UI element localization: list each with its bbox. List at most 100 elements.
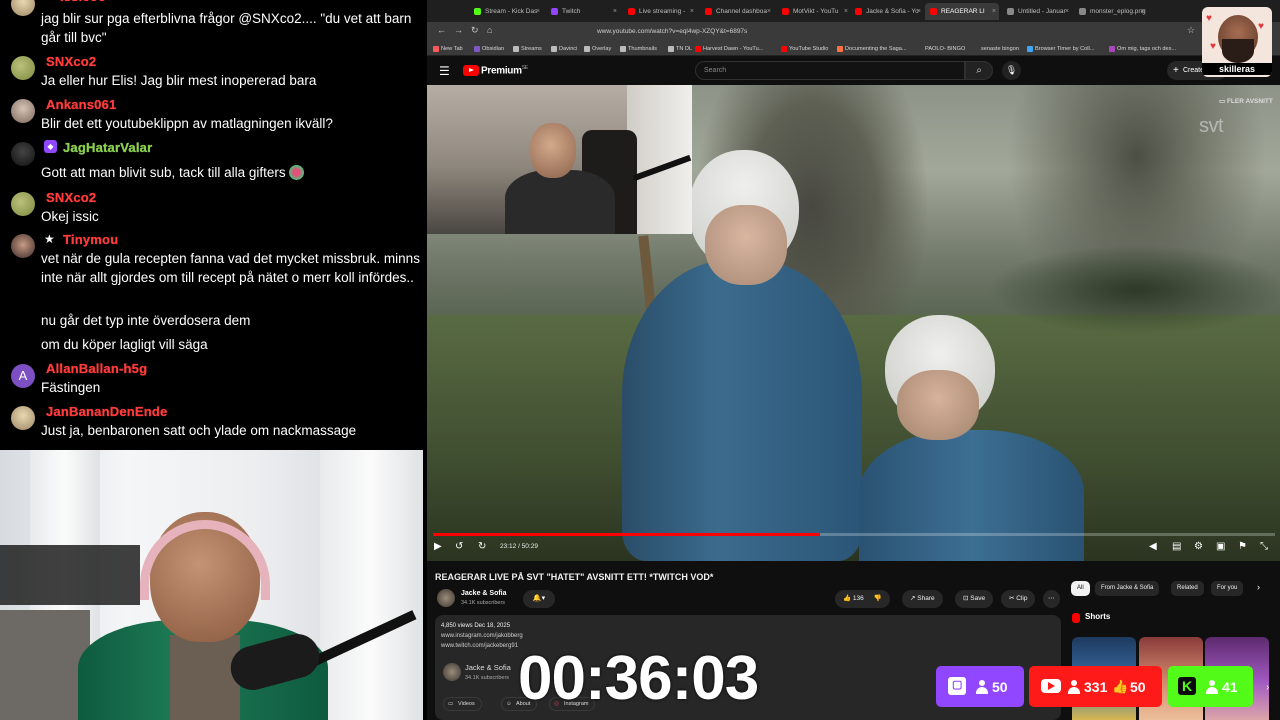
tab[interactable]: Channel dashboa × <box>700 3 774 20</box>
chat-username[interactable]: SNXco2 <box>46 190 96 205</box>
chip-all[interactable]: All <box>1071 581 1090 596</box>
bookmark[interactable]: Streams <box>513 44 542 54</box>
bookmark[interactable]: PAOLO- BINGO <box>917 44 965 54</box>
url-field[interactable]: www.youtube.com/watch?v=eql4wp-XZQY&t=68… <box>597 25 1187 39</box>
bookmark[interactable]: Om mig, tags och des... <box>1109 44 1176 54</box>
close-icon[interactable]: × <box>613 3 617 20</box>
cast-icon[interactable]: ▣ <box>1216 541 1225 552</box>
subtitles-icon[interactable]: ▤ <box>1172 541 1181 552</box>
tab[interactable]: Stream - Kick Das × <box>469 3 543 20</box>
chip-from-channel[interactable]: From Jacke & Sofia <box>1095 581 1160 596</box>
tab-label: monster_eplog.png <box>1090 8 1146 15</box>
bookmark-label: New Tab <box>441 46 463 52</box>
close-icon[interactable]: × <box>917 3 921 20</box>
progress-bar[interactable] <box>433 533 1275 536</box>
bookmark-label: TN DL <box>676 46 693 52</box>
bookmark[interactable]: Thumbnails <box>620 44 657 54</box>
bookmark[interactable]: Browser Timer by Coll... <box>1027 44 1094 54</box>
forward-icon[interactable]: → <box>454 25 463 35</box>
close-icon[interactable]: × <box>1141 3 1145 20</box>
channel-name[interactable]: Jacke & Sofia <box>465 663 511 672</box>
tab[interactable]: Twitch × <box>546 3 620 20</box>
play-icon[interactable]: ▶ <box>434 541 442 552</box>
video-player[interactable]: svt ▭ FLER AVSNITT <box>427 85 1280 561</box>
voice-search-icon[interactable]: 🎙 <box>1002 61 1021 80</box>
description-link[interactable]: www.twitch.com/jackeberg91 <box>441 643 518 649</box>
flag-icon[interactable]: ⚑ <box>1238 541 1247 552</box>
rewind-icon[interactable]: ↺ <box>455 541 463 552</box>
close-icon[interactable]: × <box>690 3 694 20</box>
tab[interactable]: MotVikt - YouTu × <box>777 3 851 20</box>
description-tab-videos[interactable]: ▭ Videos <box>443 697 482 711</box>
close-icon[interactable]: × <box>1065 3 1069 20</box>
channel-avatar[interactable] <box>437 589 455 607</box>
bookmark[interactable]: TN DL <box>668 44 692 54</box>
stream-timer: 00:36:03 <box>518 644 759 713</box>
forward-icon[interactable]: ↻ <box>478 541 486 552</box>
kick-viewer-counter: K 41 <box>1168 666 1253 707</box>
like-button[interactable]: 👍 136 👎 <box>835 590 890 608</box>
tab[interactable]: Untitled - Januar × <box>1002 3 1072 20</box>
close-icon[interactable]: × <box>992 3 996 20</box>
fullscreen-icon[interactable]: ⤡ <box>1260 541 1268 552</box>
tab[interactable]: Jacke & Sofia - Yo × <box>850 3 924 20</box>
home-icon[interactable]: ⌂ <box>487 25 492 35</box>
chat-username[interactable]: SNXco2 <box>46 54 96 69</box>
chat-username[interactable]: issicoo <box>60 0 106 4</box>
youtube-premium-logo[interactable]: PremiumSE <box>481 65 528 76</box>
bookmark[interactable]: Davinci <box>551 44 577 54</box>
channel-name[interactable]: Jacke & Sofia <box>461 590 507 597</box>
avatar: A <box>11 364 35 388</box>
more-episodes-label[interactable]: ▭ FLER AVSNITT <box>1219 97 1273 105</box>
chat-username[interactable]: JagHatarValar <box>63 140 152 155</box>
bookmark[interactable]: Overlay <box>584 44 611 54</box>
chevron-right-icon[interactable]: › <box>1257 582 1260 592</box>
chevron-right-icon[interactable]: › <box>1266 682 1269 693</box>
avatar <box>11 0 35 16</box>
close-icon[interactable]: × <box>767 3 771 20</box>
chat-username[interactable]: Ankans061 <box>46 97 117 112</box>
bookmark[interactable]: Harvest Dawn - YouTu... <box>695 44 763 54</box>
bookmark[interactable]: New Tab <box>433 44 463 54</box>
save-button[interactable]: ⊡ Save <box>955 590 994 608</box>
volume-icon[interactable]: ◀ <box>1149 541 1157 552</box>
chip-for-you[interactable]: For you <box>1211 581 1244 596</box>
clip-button[interactable]: ✂ Clip <box>1001 590 1036 608</box>
tab-active[interactable]: REAGERAR LI × <box>925 3 999 20</box>
search-input[interactable]: Search <box>695 61 965 80</box>
youtube-logo-icon[interactable] <box>463 65 479 76</box>
channel-avatar[interactable] <box>443 663 461 681</box>
back-icon[interactable]: ← <box>437 25 446 35</box>
bookmark[interactable]: Obsidian <box>474 44 504 54</box>
chat-username[interactable]: AllanBallan-h5g <box>46 361 147 376</box>
description-link[interactable]: www.instagram.com/jakobberg <box>441 633 523 639</box>
avatar <box>11 142 35 166</box>
chat-username[interactable]: Tinymou <box>63 232 118 247</box>
search-icon[interactable]: ⌕ <box>965 61 993 80</box>
thumbs-down-icon: 👎 <box>873 595 882 602</box>
bookmark[interactable]: senaste bingon <box>973 44 1019 54</box>
more-episodes-text: FLER AVSNITT <box>1226 98 1273 105</box>
extension-icon[interactable]: ☆ <box>1187 25 1195 36</box>
bookmark[interactable]: YouTube Studio <box>781 44 828 54</box>
kick-viewer-count: 41 <box>1222 679 1238 695</box>
close-icon[interactable]: × <box>844 3 848 20</box>
bookmark[interactable]: Documenting the Saga... <box>837 44 907 54</box>
settings-gear-icon[interactable]: ⚙ <box>1194 541 1203 552</box>
close-icon[interactable]: × <box>536 3 540 20</box>
reload-icon[interactable]: ↻ <box>471 25 479 36</box>
hamburger-menu-icon[interactable]: ☰ <box>439 64 450 78</box>
notification-bell-icon[interactable]: 🔔▾ <box>523 590 555 608</box>
avatar <box>11 56 35 80</box>
tab[interactable]: monster_eplog.png × <box>1074 3 1148 20</box>
thumbs-up-icon: 👍 <box>843 595 853 602</box>
tab-label: Channel dashboa <box>716 8 767 15</box>
share-button[interactable]: ↗ Share <box>902 590 943 608</box>
skilleras-sticker: ♥ ♥ ♥ skilleras <box>1202 7 1272 77</box>
chat-message: Ankans061 Blir det ett youtubeklippn av … <box>0 97 427 137</box>
tab[interactable]: Live streaming - × <box>623 3 697 20</box>
chat-username[interactable]: JanBananDenEnde <box>46 404 168 419</box>
more-actions-icon[interactable]: ⋯ <box>1043 590 1060 608</box>
chat-message: JanBananDenEnde Just ja, benbaronen satt… <box>0 404 427 444</box>
chip-related[interactable]: Related <box>1171 581 1204 596</box>
